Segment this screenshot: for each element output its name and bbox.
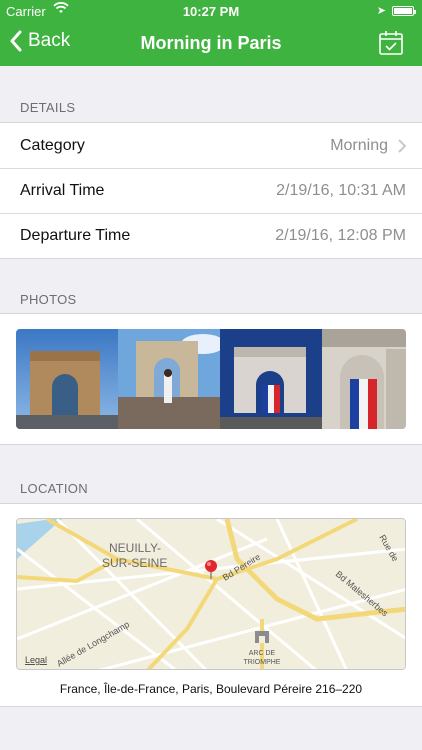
navigation-bar: Back Morning in Paris <box>0 22 422 66</box>
status-time: 10:27 PM <box>182 4 240 19</box>
arrival-time-row: Arrival Time 2/19/16, 10:31 AM <box>0 168 422 213</box>
category-value: Morning <box>330 136 388 154</box>
location-arrow-icon: ➤ <box>376 5 386 17</box>
details-group: Category Morning Arrival Time 2/19/16, 1… <box>0 122 422 259</box>
map-district-label-2: SUR-SEINE <box>102 556 167 570</box>
photo-thumbnail[interactable] <box>118 329 220 429</box>
photo-strip <box>16 329 406 429</box>
status-bar: Carrier 10:27 PM ➤ <box>0 0 422 22</box>
departure-time-label: Departure Time <box>20 227 131 244</box>
map-legal-link[interactable]: Legal <box>25 655 47 665</box>
monument-icon <box>255 631 269 643</box>
photo-thumbnail[interactable] <box>220 329 322 429</box>
departure-time-value: 2/19/16, 12:08 PM <box>275 227 406 244</box>
photo-thumbnail[interactable] <box>322 329 406 429</box>
chevron-right-icon <box>398 138 406 153</box>
map-landmark-label-2: TRIOMPHE <box>244 659 281 666</box>
arrival-time-value: 2/19/16, 10:31 AM <box>276 182 406 199</box>
address-label: France, Île-de-France, Paris, Boulevard … <box>59 682 363 696</box>
arrival-time-label: Arrival Time <box>20 182 105 199</box>
category-label: Category <box>20 136 85 154</box>
location-section-header: LOCATION <box>20 481 88 496</box>
map-district-label: NEUILLY- <box>109 541 161 555</box>
details-section-header: DETAILS <box>20 100 76 115</box>
departure-time-row: Departure Time 2/19/16, 12:08 PM <box>0 213 422 258</box>
photo-thumbnail[interactable] <box>16 329 118 429</box>
map-view[interactable]: NEUILLY- SUR-SEINE Bd Pereire Bd Maleshe… <box>16 518 406 670</box>
map-landmark-label: ARC DE <box>249 650 276 657</box>
calendar-check-icon <box>379 31 403 55</box>
page-title: Morning in Paris <box>140 33 282 53</box>
category-row[interactable]: Category Morning <box>0 123 422 168</box>
photos-section-header: PHOTOS <box>20 292 77 307</box>
battery-icon <box>392 6 416 16</box>
calendar-check-button[interactable] <box>378 30 404 56</box>
